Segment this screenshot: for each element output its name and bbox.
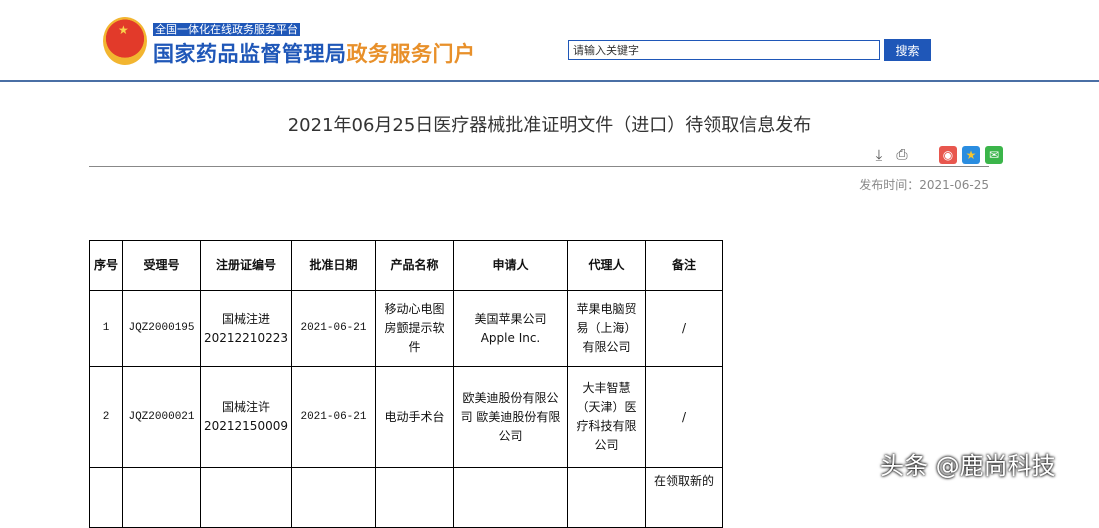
cell: 国械注许 20212150009 <box>200 366 292 468</box>
col-header: 申请人 <box>452 240 568 291</box>
cell: JQZ2000021 <box>122 366 201 468</box>
cell: 2021-06-21 <box>290 290 376 367</box>
cell: 2 <box>89 366 123 468</box>
col-header: 代理人 <box>566 240 646 291</box>
article-tools: ⤓ ⎙ ◉ ★ ✉ <box>870 146 1003 164</box>
cell <box>452 467 568 528</box>
cell <box>122 467 201 528</box>
site-name[interactable]: 国家药品监督管理局政务服务门户 <box>153 38 476 68</box>
cell: 国械注进 20212210223 <box>200 290 292 367</box>
table-row: 1 JQZ2000195 国械注进 20212210223 2021-06-21… <box>89 290 723 367</box>
search-input[interactable] <box>568 40 880 60</box>
cell <box>200 467 292 528</box>
weibo-share-icon[interactable]: ◉ <box>939 146 957 164</box>
cell: 电动手术台 <box>374 366 454 468</box>
cell: JQZ2000195 <box>122 290 201 367</box>
site-name-main: 国家药品监督管理局 <box>153 42 347 66</box>
qzone-share-icon[interactable]: ★ <box>962 146 980 164</box>
cell: / <box>644 290 723 367</box>
cell <box>566 467 646 528</box>
print-icon[interactable]: ⎙ <box>893 146 911 164</box>
wechat-share-icon[interactable]: ✉ <box>985 146 1003 164</box>
col-header: 备注 <box>644 240 723 291</box>
cell: 在领取新的 <box>644 467 723 528</box>
table-header-row: 序号 受理号 注册证编号 批准日期 产品名称 申请人 代理人 备注 <box>89 240 723 291</box>
national-emblem-logo <box>103 17 147 65</box>
cell: 美国苹果公司 Apple Inc. <box>452 290 568 367</box>
col-header: 序号 <box>89 240 123 291</box>
cell <box>290 467 376 528</box>
cell: 欧美迪股份有限公司 歐美迪股份有限公司 <box>452 366 568 468</box>
cell: 1 <box>89 290 123 367</box>
divider <box>89 166 989 167</box>
site-header: 全国一体化在线政务服务平台 国家药品监督管理局政务服务门户 搜索 <box>0 0 1099 82</box>
download-icon[interactable]: ⤓ <box>870 146 888 164</box>
search-button[interactable]: 搜索 <box>884 39 931 61</box>
approval-table: 序号 受理号 注册证编号 批准日期 产品名称 申请人 代理人 备注 1 JQZ2… <box>89 240 723 528</box>
cell: 苹果电脑贸易（上海）有限公司 <box>566 290 646 367</box>
cell: 移动心电图房颤提示软件 <box>374 290 454 367</box>
col-header: 受理号 <box>122 240 201 291</box>
site-name-accent: 政务服务门户 <box>346 42 476 66</box>
cell <box>374 467 454 528</box>
cell: 大丰智慧（天津）医疗科技有限公司 <box>566 366 646 468</box>
watermark: 头条 @鹿尚科技 <box>880 452 1056 480</box>
platform-tagline: 全国一体化在线政务服务平台 <box>153 23 300 36</box>
cell: / <box>644 366 723 468</box>
publish-date: 发布时间：2021-06-25 <box>859 178 989 192</box>
table-row: 在领取新的 <box>89 467 723 528</box>
col-header: 产品名称 <box>374 240 454 291</box>
table-row: 2 JQZ2000021 国械注许 20212150009 2021-06-21… <box>89 366 723 468</box>
page-title: 2021年06月25日医疗器械批准证明文件（进口）待领取信息发布 <box>287 115 812 136</box>
col-header: 注册证编号 <box>200 240 292 291</box>
col-header: 批准日期 <box>290 240 376 291</box>
cell <box>89 467 123 528</box>
cell: 2021-06-21 <box>290 366 376 468</box>
